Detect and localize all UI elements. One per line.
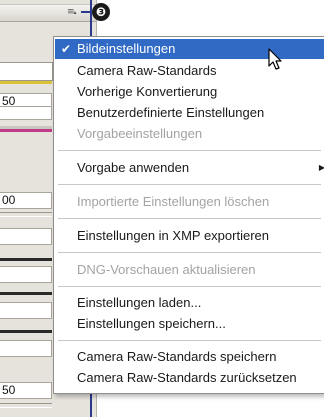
menu-item-importierte-einstellungen-loeschen: Importierte Einstellungen löschen: [55, 192, 324, 212]
menu-item-label: DNG-Vorschauen aktualisieren: [77, 262, 256, 277]
menu-separator: [58, 286, 321, 287]
value-field[interactable]: [0, 266, 52, 283]
menu-item-einstellungen-in-xmp-exportieren[interactable]: Einstellungen in XMP exportieren: [55, 226, 324, 246]
menu-item-label: Bildeinstellungen: [77, 41, 176, 56]
menu-item-vorherige-konvertierung[interactable]: Vorherige Konvertierung: [55, 82, 324, 102]
menu-item-benutzerdefinierte-einstellungen[interactable]: Benutzerdefinierte Einstellungen: [55, 103, 324, 123]
checkmark-icon: ✔: [61, 42, 72, 56]
menu-item-label: Vorgabe anwenden: [77, 160, 190, 175]
menu-item-label: Camera Raw-Standards speichern: [77, 349, 277, 364]
menu-item-label: Vorherige Konvertierung: [77, 84, 218, 99]
value-field[interactable]: 00: [0, 192, 52, 209]
menu-item-label: Einstellungen speichern...: [77, 316, 226, 331]
slider-track-yellow: [0, 81, 52, 84]
menu-item-label: Camera Raw-Standards: [77, 63, 217, 78]
value-field[interactable]: 50: [0, 382, 52, 399]
value-field[interactable]: [0, 106, 52, 120]
menu-separator: [58, 340, 321, 341]
menu-item-label: Vorgabeeinstellungen: [77, 126, 203, 141]
submenu-arrow-icon: ▶: [318, 163, 324, 172]
value-field[interactable]: [0, 302, 52, 319]
menu-item-vorgabe-anwenden[interactable]: Vorgabe anwenden ▶: [55, 158, 324, 178]
menu-item-camera-raw-standards-speichern[interactable]: Camera Raw-Standards speichern: [55, 347, 324, 367]
menu-item-label: Einstellungen laden...: [77, 295, 202, 310]
settings-dropdown[interactable]: [0, 62, 53, 81]
menu-item-label: Camera Raw-Standards zurücksetzen: [77, 370, 297, 385]
menu-separator: [58, 150, 321, 151]
menu-separator: [58, 218, 321, 219]
value-field[interactable]: [0, 228, 52, 245]
value-field[interactable]: [0, 340, 52, 357]
menu-item-vorgabeeinstellungen: Vorgabeeinstellungen: [55, 124, 324, 144]
panel-header: [0, 4, 96, 22]
menu-item-label: Benutzerdefinierte Einstellungen: [77, 105, 265, 120]
slider-track[interactable]: [0, 403, 52, 408]
panel-flyout-menu-icon[interactable]: ≡▴: [67, 7, 81, 17]
context-menu: ✔ Bildeinstellungen Camera Raw-Standards…: [53, 36, 324, 394]
slider-track[interactable]: [0, 212, 52, 217]
menu-item-einstellungen-laden[interactable]: Einstellungen laden...: [55, 293, 324, 313]
slider-track-black: [0, 330, 52, 333]
slider-track-black: [0, 258, 52, 261]
callout-number-badge: ❸: [92, 3, 110, 21]
slider-track-black: [0, 292, 52, 295]
menu-item-label: Importierte Einstellungen löschen: [77, 194, 270, 209]
menu-item-camera-raw-standards-zuruecksetzen[interactable]: Camera Raw-Standards zurücksetzen: [55, 368, 324, 388]
mouse-cursor-icon: [268, 48, 282, 70]
menu-item-label: Einstellungen in XMP exportieren: [77, 228, 269, 243]
menu-separator: [58, 184, 321, 185]
slider-track-magenta: [0, 129, 52, 132]
menu-item-dng-vorschauen-aktualisieren: DNG-Vorschauen aktualisieren: [55, 260, 324, 280]
menu-item-einstellungen-speichern[interactable]: Einstellungen speichern...: [55, 314, 324, 334]
menu-separator: [58, 252, 321, 253]
